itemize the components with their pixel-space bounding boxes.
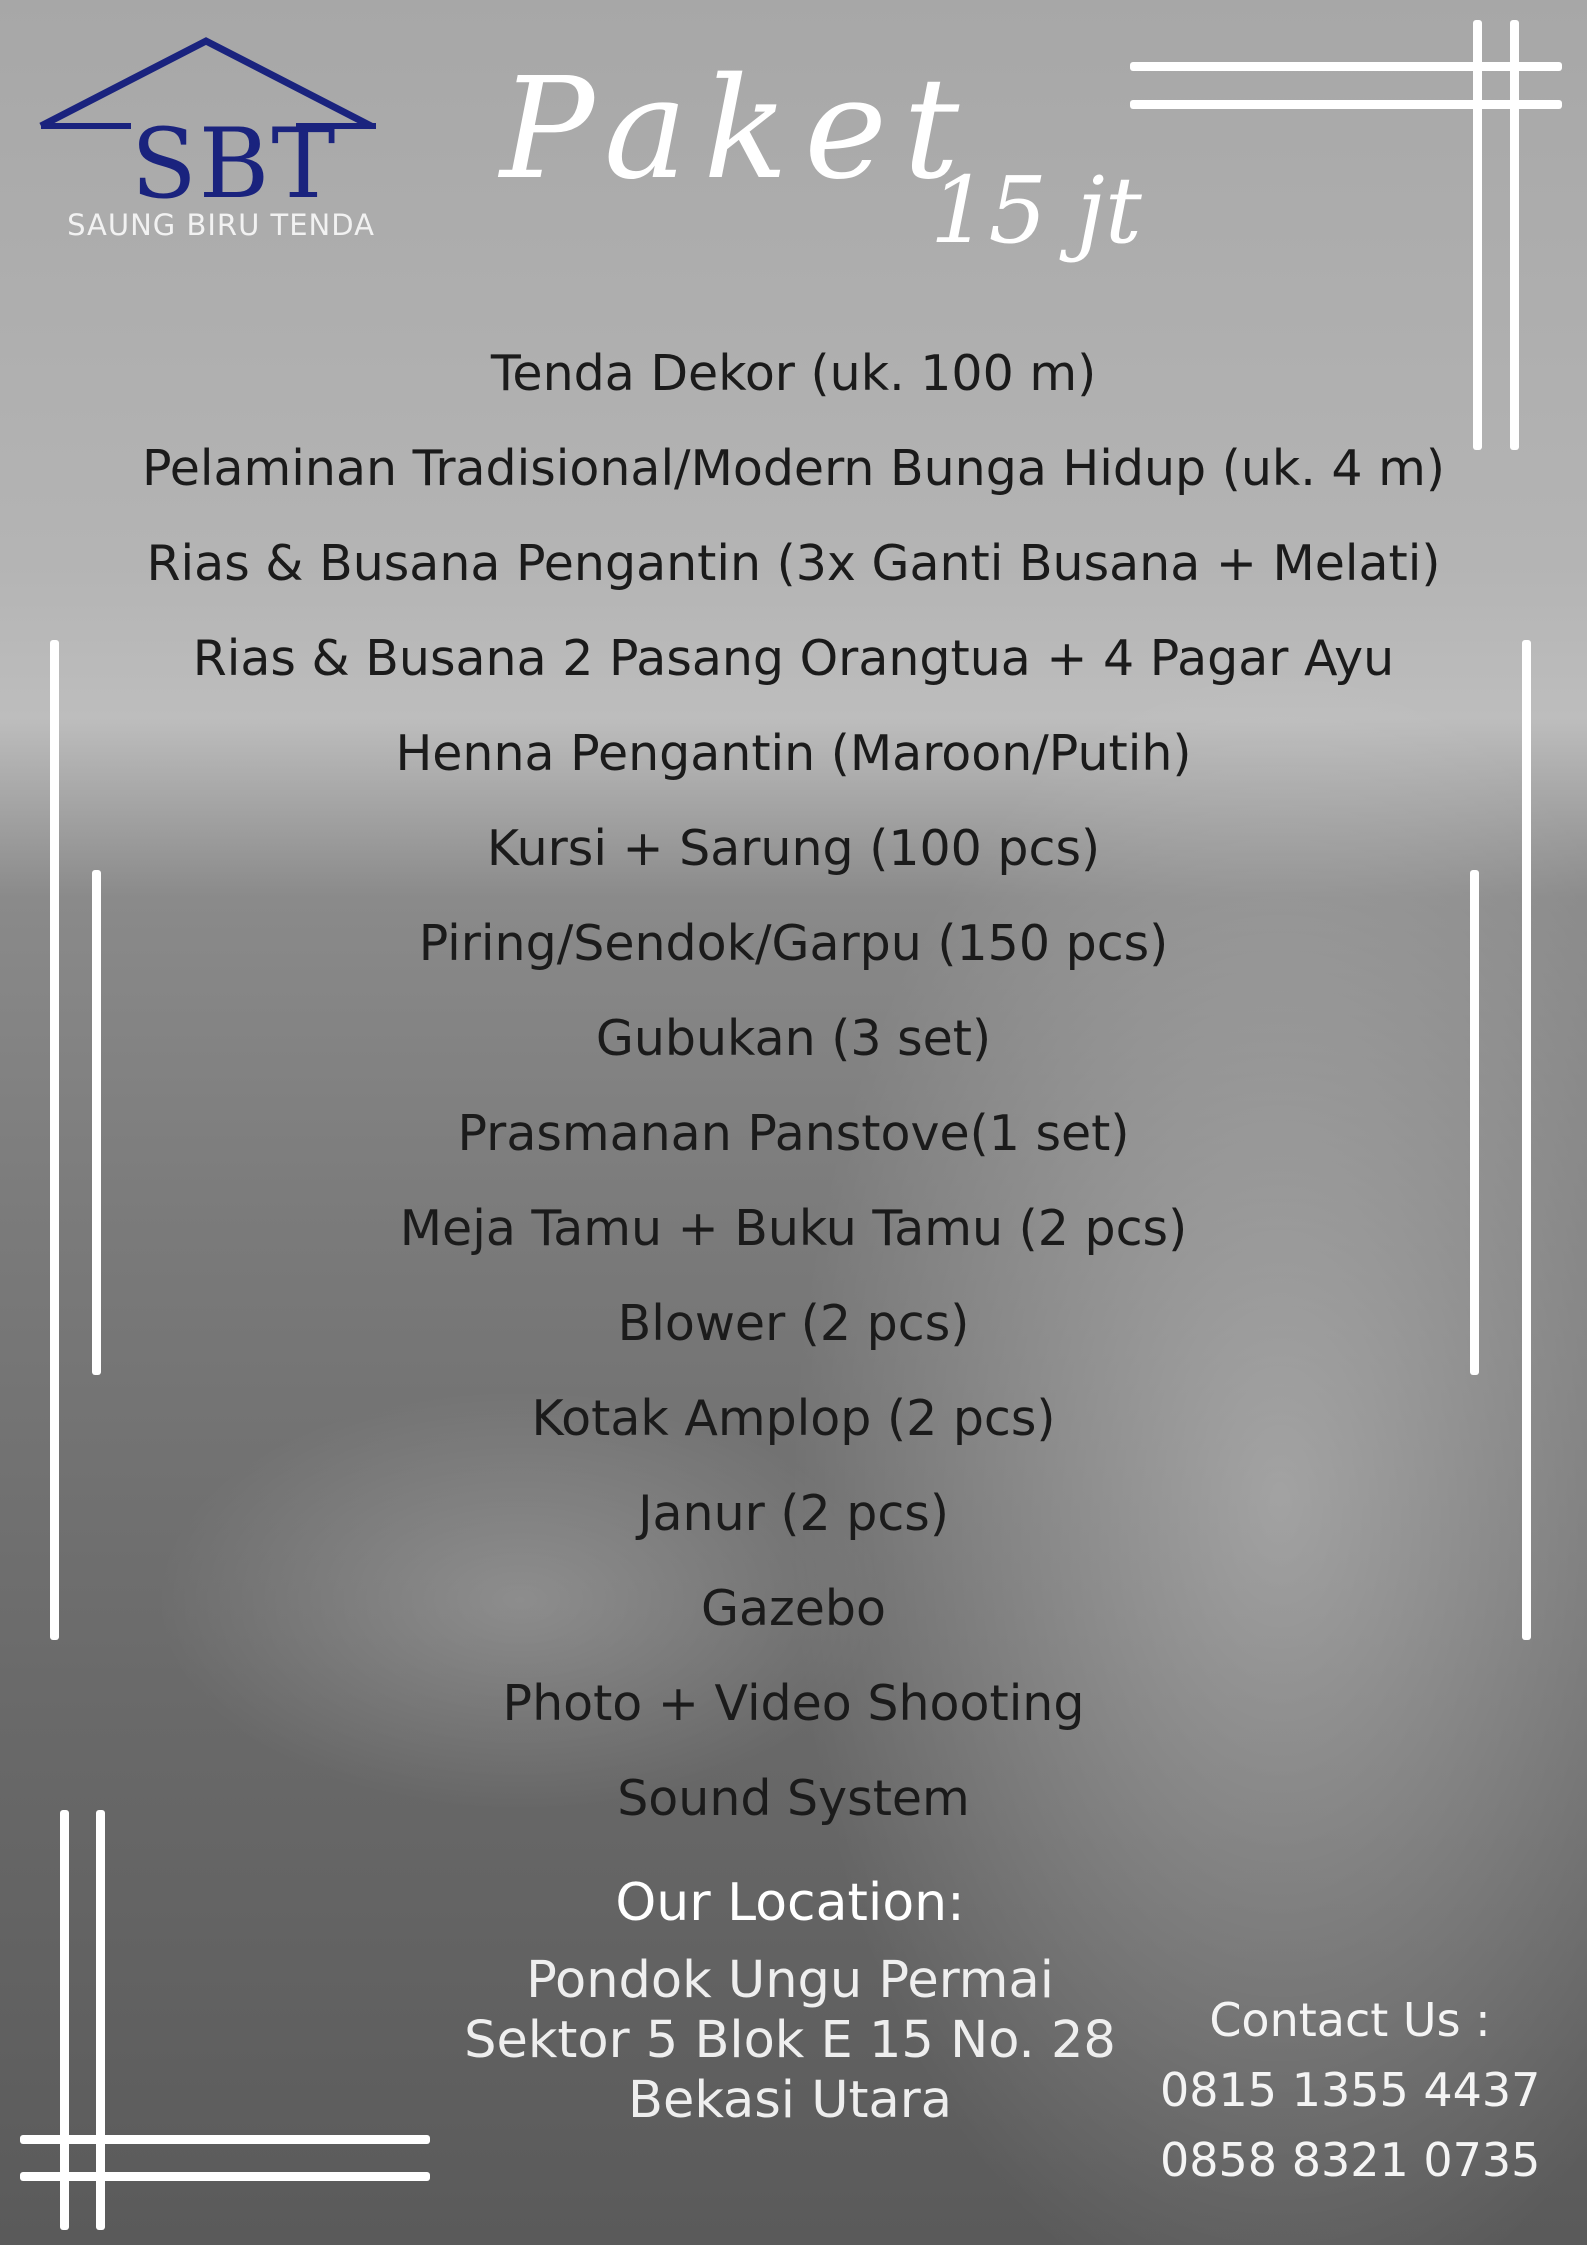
frame-line-top-2	[1130, 100, 1562, 109]
package-item: Sound System	[617, 1770, 970, 1827]
package-item: Rias & Busana Pengantin (3x Ganti Busana…	[146, 535, 1441, 592]
location-line: Sektor 5 Blok E 15 No. 28	[464, 2011, 1116, 2070]
frame-line-bottom-vert-1	[60, 1810, 69, 2230]
package-item: Henna Pengantin (Maroon/Putih)	[395, 725, 1192, 782]
package-item-list: Tenda Dekor (uk. 100 m) Pelaminan Tradis…	[0, 340, 1587, 1860]
brand-logo: SBT SAUNG BIRU TENDA	[36, 36, 406, 256]
location-label: Our Location:	[615, 1873, 965, 1933]
package-item: Kursi + Sarung (100 pcs)	[486, 820, 1101, 877]
package-price: 15 jt	[930, 157, 1142, 264]
contact-phone: 0815 1355 4437	[1160, 2063, 1541, 2117]
package-item: Pelaminan Tradisional/Modern Bunga Hidup…	[141, 440, 1446, 497]
frame-line-bottom-2	[20, 2172, 430, 2181]
package-item: Blower (2 pcs)	[617, 1295, 970, 1352]
frame-line-bottom-vert-2	[96, 1810, 105, 2230]
contact-label: Contact Us :	[1209, 1993, 1491, 2047]
package-item: Gazebo	[701, 1580, 886, 1637]
contact-phone: 0858 8321 0735	[1160, 2133, 1541, 2187]
package-item: Piring/Sendok/Garpu (150 pcs)	[418, 915, 1169, 972]
package-item: Meja Tamu + Buku Tamu (2 pcs)	[399, 1200, 1188, 1257]
package-item: Gubukan (3 set)	[595, 1010, 992, 1067]
contact-block: Contact Us : 0815 1355 4437 0858 8321 07…	[1160, 1985, 1540, 2195]
package-item: Janur (2 pcs)	[638, 1485, 949, 1542]
poster: SBT SAUNG BIRU TENDA Paket 15 jt Tenda D…	[0, 0, 1587, 2245]
package-item: Kotak Amplop (2 pcs)	[531, 1390, 1056, 1447]
frame-line-bottom-1	[20, 2135, 430, 2144]
frame-line-top-1	[1130, 62, 1562, 71]
logo-company-name: SAUNG BIRU TENDA	[67, 208, 375, 242]
package-item: Prasmanan Panstove(1 set)	[457, 1105, 1130, 1162]
package-title: Paket	[500, 48, 976, 211]
location-line: Pondok Ungu Permai	[526, 1951, 1054, 2010]
package-item: Rias & Busana 2 Pasang Orangtua + 4 Paga…	[192, 630, 1395, 687]
package-item: Tenda Dekor (uk. 100 m)	[490, 345, 1097, 402]
logo-letters: SBT	[131, 108, 338, 220]
location-block: Our Location: Pondok Ungu Permai Sektor …	[340, 1863, 1240, 2131]
package-item: Photo + Video Shooting	[502, 1675, 1085, 1732]
location-line: Bekasi Utara	[627, 2071, 952, 2130]
